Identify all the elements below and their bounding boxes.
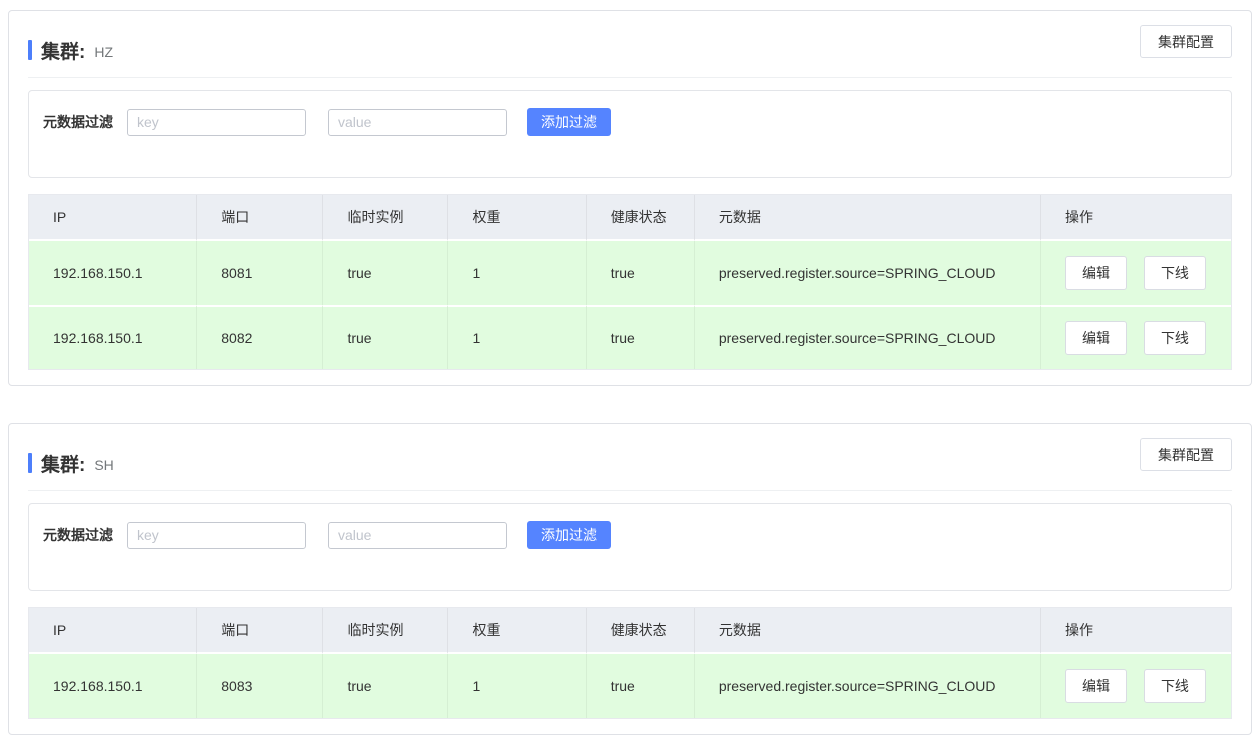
cluster-config-button[interactable]: 集群配置	[1140, 438, 1232, 471]
cell-operations: 编辑 下线	[1041, 654, 1231, 718]
filter-key-input[interactable]	[127, 522, 306, 549]
metadata-filter-panel: 元数据过滤 添加过滤	[28, 503, 1232, 591]
cell-ip: 192.168.150.1	[29, 654, 197, 718]
cell-port: 8083	[197, 654, 323, 718]
cluster-card-hz: 集群: HZ 集群配置 元数据过滤 添加过滤 IP 端口 临时实例 权重	[8, 10, 1252, 386]
metadata-filter-label: 元数据过滤	[43, 525, 113, 545]
cell-operations: 编辑 下线	[1041, 241, 1231, 305]
cell-metadata: preserved.register.source=SPRING_CLOUD	[695, 305, 1041, 369]
cell-operations: 编辑 下线	[1041, 305, 1231, 369]
offline-instance-button[interactable]: 下线	[1144, 256, 1206, 290]
instance-table: IP 端口 临时实例 权重 健康状态 元数据 操作 192.168.150.1 …	[28, 607, 1232, 719]
cell-healthy: true	[587, 241, 695, 305]
header-divider	[28, 77, 1232, 78]
cluster-header: 集群: SH 集群配置	[28, 424, 1232, 480]
cell-ephemeral: true	[323, 305, 448, 369]
filter-key-input[interactable]	[127, 109, 306, 136]
service-cluster-page: 集群: HZ 集群配置 元数据过滤 添加过滤 IP 端口 临时实例 权重	[0, 0, 1260, 735]
filter-value-input[interactable]	[328, 522, 507, 549]
column-header-port: 端口	[197, 195, 323, 241]
metadata-filter-panel: 元数据过滤 添加过滤	[28, 90, 1232, 178]
cluster-header: 集群: HZ 集群配置	[28, 11, 1232, 67]
cell-ephemeral: true	[323, 654, 448, 718]
table-header-row: IP 端口 临时实例 权重 健康状态 元数据 操作	[29, 608, 1231, 654]
column-header-weight: 权重	[448, 195, 586, 241]
cell-metadata: preserved.register.source=SPRING_CLOUD	[695, 241, 1041, 305]
cell-port: 8082	[197, 305, 323, 369]
column-header-ip: IP	[29, 608, 197, 654]
edit-instance-button[interactable]: 编辑	[1065, 256, 1127, 290]
cell-weight: 1	[448, 654, 586, 718]
column-header-metadata: 元数据	[695, 195, 1041, 241]
column-header-port: 端口	[197, 608, 323, 654]
column-header-healthy: 健康状态	[587, 195, 695, 241]
offline-instance-button[interactable]: 下线	[1144, 321, 1206, 355]
cluster-card-sh: 集群: SH 集群配置 元数据过滤 添加过滤 IP 端口 临时实例 权重	[8, 423, 1252, 735]
filter-value-input[interactable]	[328, 109, 507, 136]
cell-weight: 1	[448, 241, 586, 305]
cell-weight: 1	[448, 305, 586, 369]
cell-healthy: true	[587, 654, 695, 718]
cell-port: 8081	[197, 241, 323, 305]
edit-instance-button[interactable]: 编辑	[1065, 321, 1127, 355]
add-filter-button[interactable]: 添加过滤	[527, 521, 611, 549]
cluster-config-button[interactable]: 集群配置	[1140, 25, 1232, 58]
instance-table: IP 端口 临时实例 权重 健康状态 元数据 操作 192.168.150.1 …	[28, 194, 1232, 370]
cell-ip: 192.168.150.1	[29, 305, 197, 369]
metadata-filter-label: 元数据过滤	[43, 112, 113, 132]
cell-healthy: true	[587, 305, 695, 369]
edit-instance-button[interactable]: 编辑	[1065, 669, 1127, 703]
cluster-name: SH	[94, 457, 113, 473]
column-header-ip: IP	[29, 195, 197, 241]
cell-metadata: preserved.register.source=SPRING_CLOUD	[695, 654, 1041, 718]
cell-ephemeral: true	[323, 241, 448, 305]
table-row: 192.168.150.1 8083 true 1 true preserved…	[29, 654, 1231, 718]
column-header-ephemeral: 临时实例	[323, 608, 448, 654]
column-header-operations: 操作	[1041, 608, 1231, 654]
cluster-title-label: 集群:	[41, 450, 85, 477]
column-header-ephemeral: 临时实例	[323, 195, 448, 241]
table-header-row: IP 端口 临时实例 权重 健康状态 元数据 操作	[29, 195, 1231, 241]
offline-instance-button[interactable]: 下线	[1144, 669, 1206, 703]
column-header-healthy: 健康状态	[587, 608, 695, 654]
cell-ip: 192.168.150.1	[29, 241, 197, 305]
table-row: 192.168.150.1 8082 true 1 true preserved…	[29, 305, 1231, 369]
column-header-operations: 操作	[1041, 195, 1231, 241]
table-row: 192.168.150.1 8081 true 1 true preserved…	[29, 241, 1231, 305]
cluster-title-label: 集群:	[41, 37, 85, 64]
cluster-title-bar	[28, 453, 32, 473]
column-header-metadata: 元数据	[695, 608, 1041, 654]
header-divider	[28, 490, 1232, 491]
column-header-weight: 权重	[448, 608, 586, 654]
add-filter-button[interactable]: 添加过滤	[527, 108, 611, 136]
cluster-name: HZ	[94, 44, 113, 60]
cluster-title-bar	[28, 40, 32, 60]
